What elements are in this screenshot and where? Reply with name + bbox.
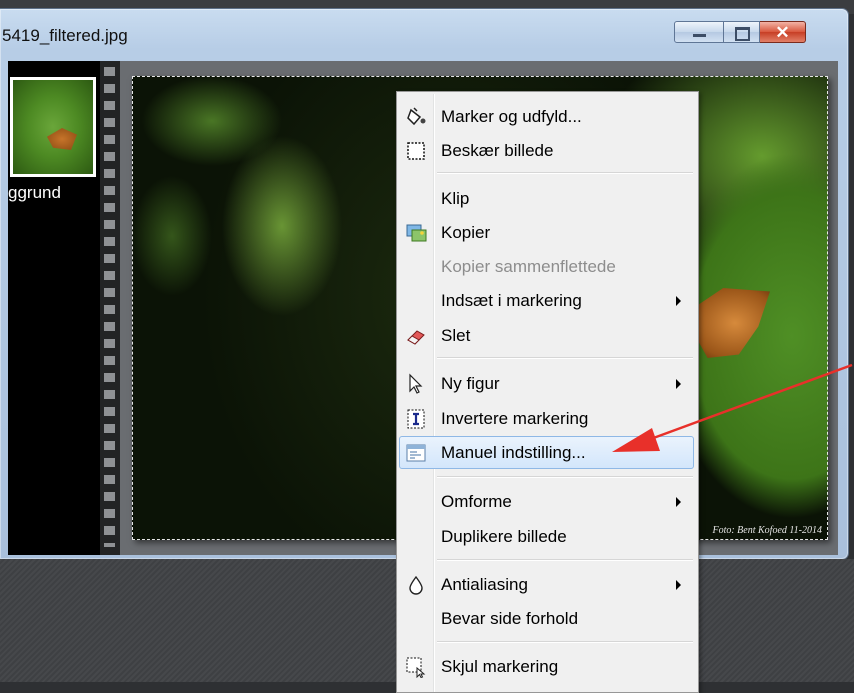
close-icon: ✕ [775,23,790,42]
pointer-icon [409,373,423,394]
menu-separator [437,559,693,561]
menu-item-bevar-side-forhold[interactable]: Bevar side forhold [399,602,694,635]
menu-separator [437,357,693,359]
thumbnail-panel: ggrund [8,61,100,555]
menu-item-beskaer-billede[interactable]: Beskær billede [399,134,694,167]
menu-item-indsaet-i-markering[interactable]: Indsæt i markering [399,284,694,317]
layer-label: ggrund [8,183,61,202]
paint-bucket-icon [407,107,426,126]
context-menu: Marker og udfyld... Beskær billede Klip … [396,91,699,693]
menu-item-invertere-markering[interactable]: Invertere markering [399,402,694,435]
menu-item-duplikere-billede[interactable]: Duplikere billede [399,520,694,553]
butterfly-thumbnail-image [47,128,77,150]
menu-item-ny-figur[interactable]: Ny figur [399,367,694,400]
invert-selection-icon [407,409,425,429]
window-title: 5419_filtered.jpg [2,26,128,45]
menu-item-kopier[interactable]: Kopier [399,216,694,249]
maximize-button[interactable] [724,21,760,43]
eraser-icon [407,330,425,345]
submenu-arrow-icon [676,379,681,389]
menu-item-manuel-indstilling[interactable]: Manuel indstilling... [399,436,694,469]
filmstrip-border [100,61,120,555]
menu-separator [437,476,693,478]
window-settings-icon [406,444,426,462]
copy-image-icon [406,224,427,242]
submenu-arrow-icon [676,497,681,507]
menu-item-kopier-sammenflettede: Kopier sammenflettede [441,257,616,276]
submenu-arrow-icon [676,296,681,306]
menu-separator [437,172,693,174]
layer-thumbnail[interactable] [10,77,96,177]
menu-item-marker-og-udfyld[interactable]: Marker og udfyld... [399,100,694,133]
minimize-button[interactable] [674,21,724,43]
close-button[interactable]: ✕ [760,21,806,43]
hide-selection-icon [406,657,426,678]
menu-item-slet[interactable]: Slet [399,319,694,352]
menu-item-antialiasing[interactable]: Antialiasing [399,568,694,601]
photo-credit: Foto: Bent Kofoed 11-2014 [712,525,822,536]
crop-icon [407,142,425,160]
menu-item-skjul-markering[interactable]: Skjul markering [399,650,694,683]
menu-separator [437,641,693,643]
droplet-icon [409,575,423,595]
filmstrip-holes [104,67,115,547]
submenu-arrow-icon [676,580,681,590]
menu-item-klip[interactable]: Klip [399,182,694,215]
menu-item-omforme[interactable]: Omforme [399,485,694,518]
